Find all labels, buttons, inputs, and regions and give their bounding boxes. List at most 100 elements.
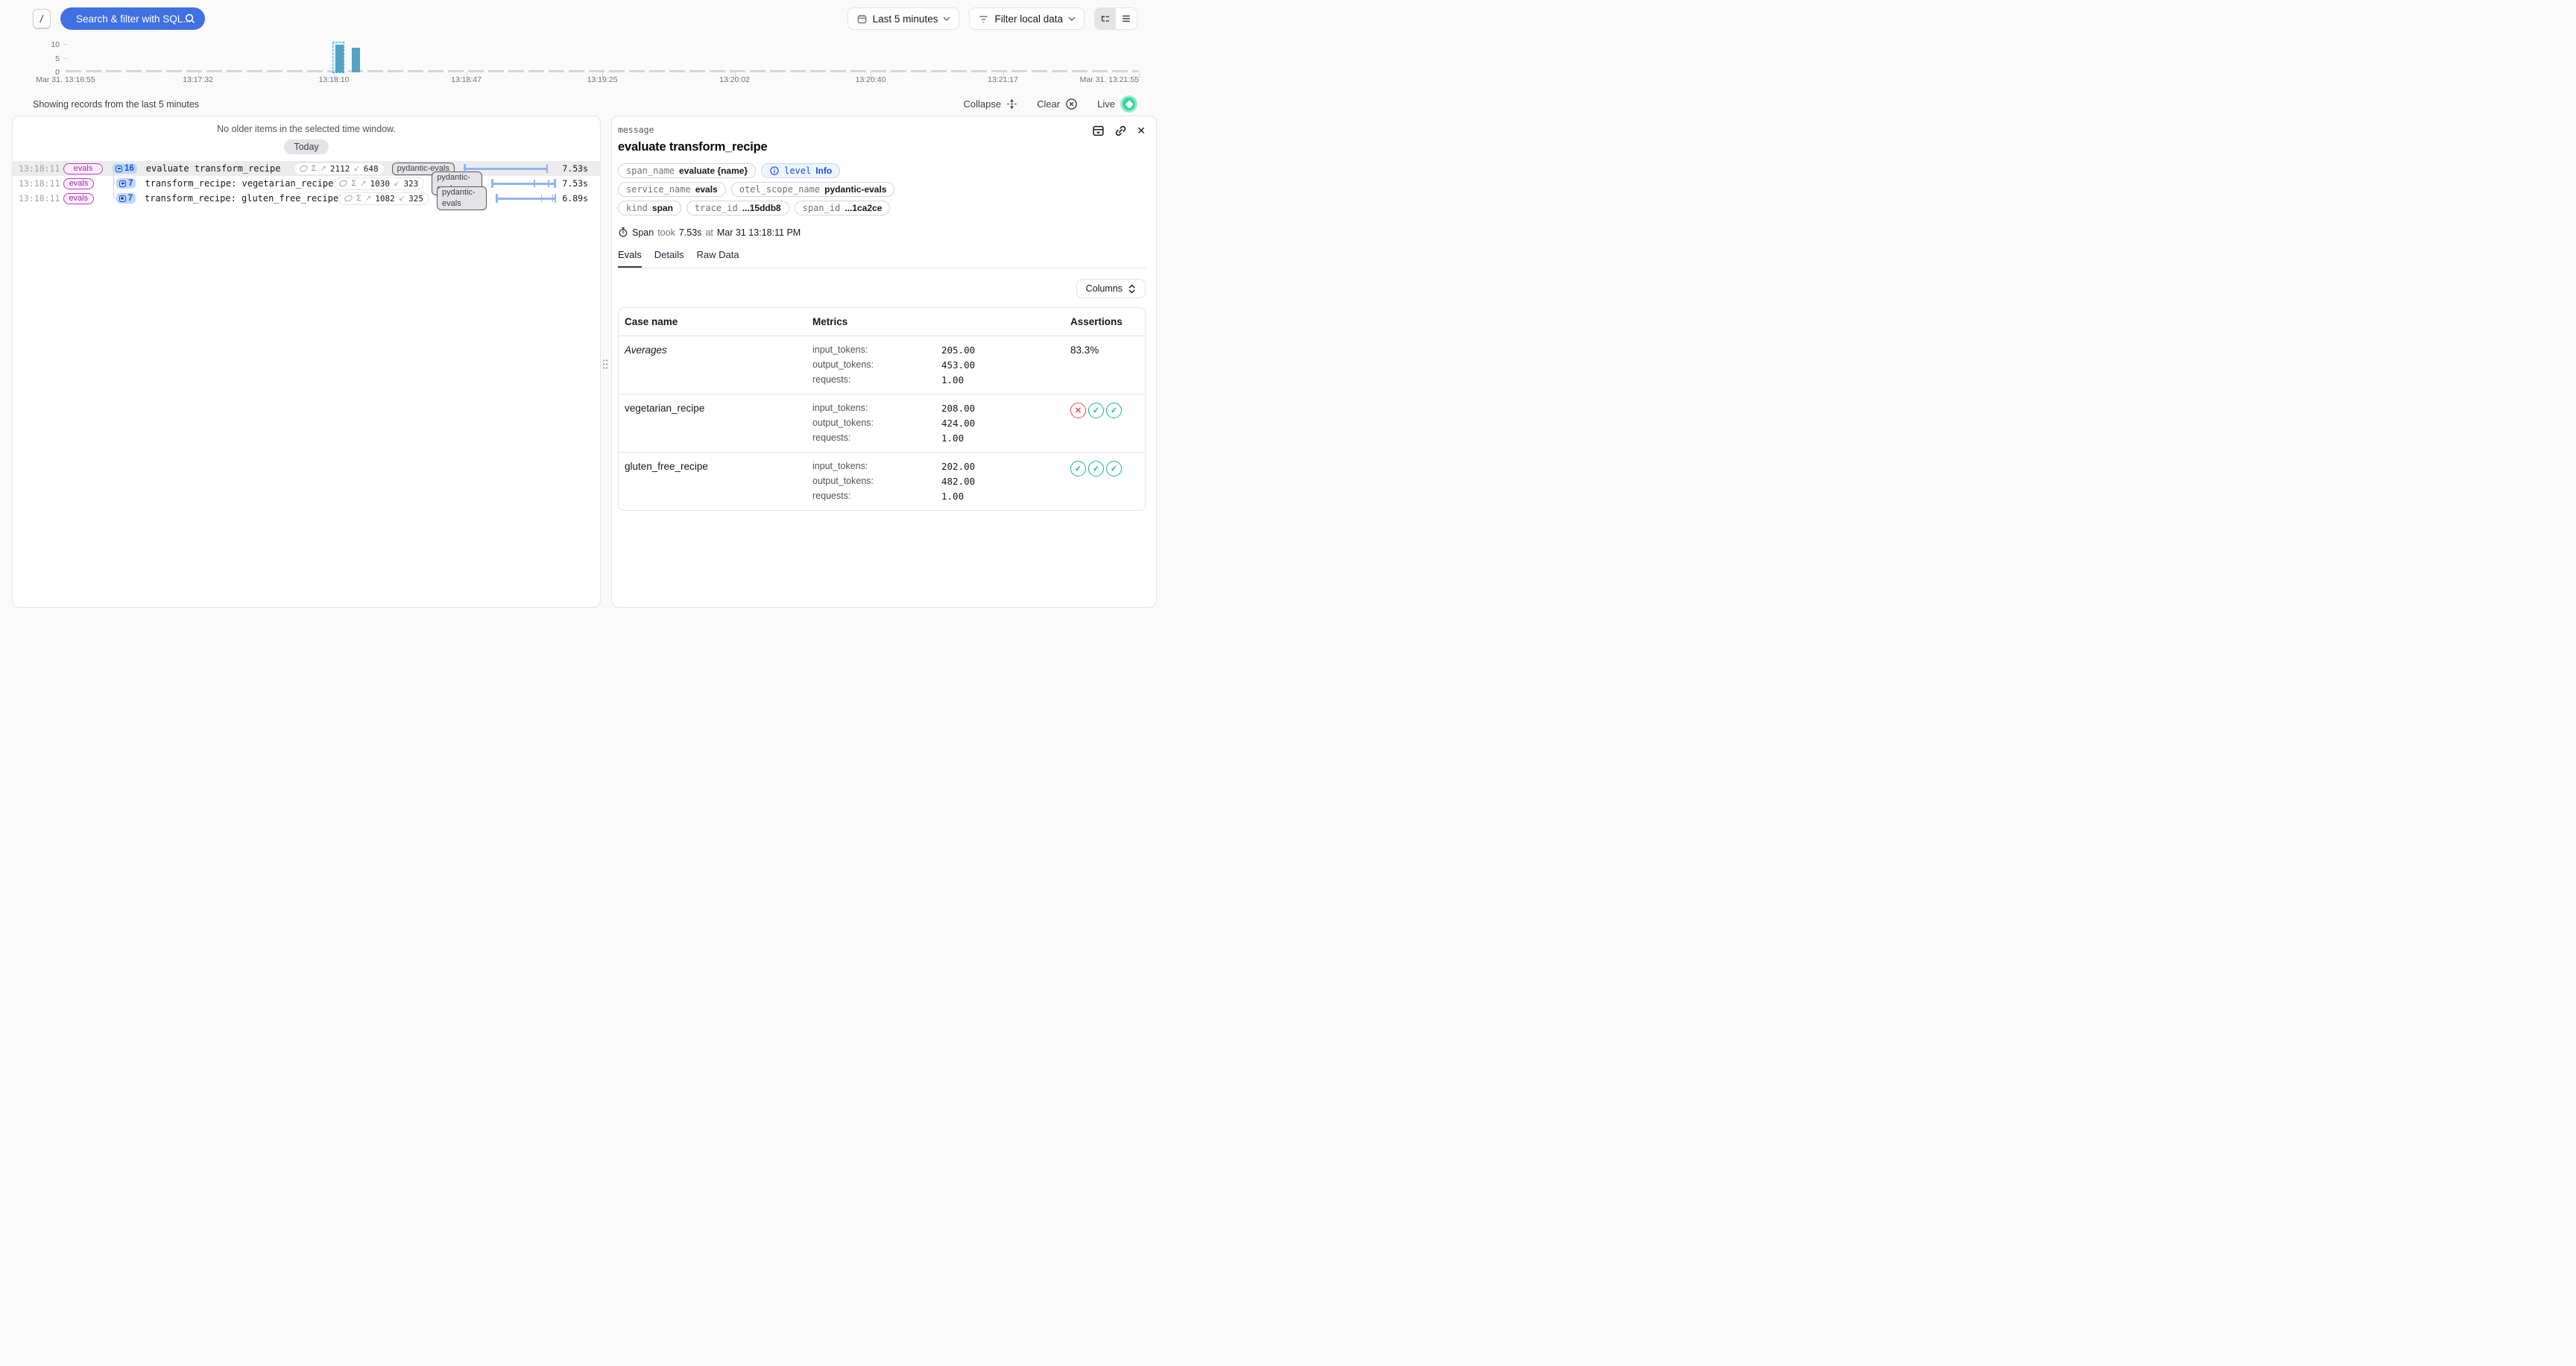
tag-service-name[interactable]: service_nameevals [618,182,726,197]
token-stats-chip[interactable]: Σ ↗ 1030 ↙ 323 [333,177,424,190]
record-time: 13:18:11 [19,178,56,189]
tag-span-id[interactable]: span_id...1ca2ce [795,201,891,215]
sigma-icon: Σ [351,180,356,188]
field-label: message [618,125,654,135]
live-toggle[interactable]: Live [1097,95,1137,113]
x-axis-labels: Mar 31. 13:16:55 13:17:32 13:18:10 13:18… [66,75,1139,86]
tree-view-button[interactable] [1095,8,1116,29]
assertion-pass-check-icon[interactable]: ✓ [1070,461,1086,476]
columns-button[interactable]: Columns [1076,279,1146,298]
tag-kind[interactable]: kindspan [618,201,681,215]
record-row[interactable]: 13:18:11 evals 7 transform_recipe: glute… [13,191,600,206]
table-row[interactable]: Averages input_tokens:205.00 output_toke… [619,336,1145,394]
col-header-assertions: Assertions [1070,308,1139,336]
x-tick-label: 13:18:47 [451,75,482,84]
detail-tabs: Evals Details Raw Data [618,249,1146,268]
assertions-icons: ✓✓✓ [1070,453,1139,510]
y-tick-label: 5 [40,54,60,63]
evals-tag[interactable]: evals [63,193,94,204]
table-row[interactable]: gluten_free_recipe input_tokens:202.00 o… [619,453,1145,510]
sort-chevrons-icon [1128,284,1136,294]
timeline-bar[interactable] [335,45,344,72]
tag-level[interactable]: levelInfo [761,163,840,178]
tag-trace-id[interactable]: trace_id...15ddb8 [686,201,789,215]
dock-panel-button[interactable] [1092,125,1105,137]
close-panel-button[interactable]: ✕ [1137,125,1146,137]
sigma-icon: Σ [312,165,317,173]
tab-raw-data[interactable]: Raw Data [697,249,739,268]
panel-resize-handle[interactable] [601,358,609,370]
tokens-in-value: 1030 [370,179,391,189]
x-tick-label: 13:20:02 [719,75,750,84]
cost-coin-icon [344,194,353,203]
token-stats-chip[interactable]: Σ ↗ 1082 ↙ 325 [338,192,429,205]
metrics-cell: input_tokens:202.00 output_tokens:482.00… [812,453,1070,510]
tokens-in-arrow-icon: ↗ [365,195,371,203]
chevron-down-icon [943,16,950,22]
link-icon [1114,125,1127,137]
tokens-in-arrow-icon: ↗ [360,180,366,188]
assertions-icons: ✕✓✓ [1070,394,1139,452]
evals-table-header: Case name Metrics Assertions [619,308,1145,336]
tokens-in-arrow-icon: ↗ [321,165,326,173]
view-mode-toggle [1094,7,1137,30]
collapse-button[interactable]: Collapse [963,98,1017,110]
collapse-icon [1006,98,1017,110]
record-time: 13:18:11 [19,163,56,174]
y-tick-label: 10 [40,40,60,49]
evals-tag[interactable]: evals [63,178,94,189]
x-tick-label: 13:18:10 [319,75,350,84]
expand-span-toggle[interactable]: 7 [116,178,136,189]
list-view-icon [1121,13,1131,24]
table-row[interactable]: vegetarian_recipe input_tokens:208.00 ou… [619,394,1145,453]
expand-span-toggle[interactable]: 7 [116,193,136,204]
assertion-pass-check-icon[interactable]: ✓ [1106,403,1122,418]
search-input[interactable]: Search & filter with SQL... [60,7,205,30]
tokens-out-arrow-icon: ↙ [353,165,359,173]
minus-square-icon [116,166,122,172]
showing-records-text: Showing records from the last 5 minutes [33,99,199,110]
evals-table: Case name Metrics Assertions Averages in… [618,307,1146,511]
tab-details[interactable]: Details [654,249,684,268]
clear-button[interactable]: Clear [1037,98,1078,110]
slash-shortcut-key: / [33,9,51,29]
copy-link-button[interactable] [1114,125,1127,137]
tab-evals[interactable]: Evals [618,249,642,268]
record-duration: 7.53s [554,163,588,174]
tree-connector [113,172,118,200]
assertion-pass-check-icon[interactable]: ✓ [1088,461,1104,476]
tag-otel-scope-name[interactable]: otel_scope_namepydantic-evals [731,182,895,197]
search-icon [184,13,196,25]
x-tick-label: 13:21:17 [988,75,1018,84]
list-view-button[interactable] [1116,8,1137,29]
span-detail-panel: message ✕ evaluate transform_recipe span… [611,116,1157,608]
timeline-bar[interactable] [352,48,360,72]
x-tick-label: Mar 31. 13:21:55 [1080,75,1139,84]
duration-bar [496,194,556,203]
evals-tag[interactable]: evals [63,163,103,174]
assertions-percentage: 83.3% [1070,336,1139,394]
record-row[interactable]: 13:18:11 evals 16 evaluate transform_rec… [13,161,600,176]
search-placeholder: Search & filter with SQL... [76,13,192,25]
tokens-in-value: 2112 [330,164,350,174]
assertion-pass-check-icon[interactable]: ✓ [1106,461,1122,476]
tag-span-name[interactable]: span_nameevaluate {name} [618,163,756,178]
time-range-dropdown[interactable]: Last 5 minutes [847,7,960,30]
duration-bar [491,179,556,188]
tokens-in-value: 1082 [375,194,395,204]
tokens-out-arrow-icon: ↙ [394,180,400,188]
tokens-out-arrow-icon: ↙ [399,195,405,203]
record-time: 13:18:11 [19,193,56,204]
tokens-out-value: 325 [408,194,423,204]
empty-notice-text: No older items in the selected time wind… [13,124,600,134]
token-stats-chip[interactable]: Σ ↗ 2112 ↙ 648 [294,163,385,175]
scope-tag[interactable]: pydantic-evals [437,186,487,210]
record-row[interactable]: 13:18:11 evals 7 transform_recipe: veget… [13,176,600,191]
assertion-fail-x-icon[interactable]: ✕ [1070,403,1086,418]
tree-view-icon [1100,13,1111,24]
assertion-pass-check-icon[interactable]: ✓ [1088,403,1104,418]
today-pill[interactable]: Today [284,139,328,154]
span-title: evaluate transform_recipe [618,140,1146,154]
timeline-plot[interactable]: 10 5 0 [66,39,1139,72]
filter-local-data-dropdown[interactable]: Filter local data [969,7,1085,30]
